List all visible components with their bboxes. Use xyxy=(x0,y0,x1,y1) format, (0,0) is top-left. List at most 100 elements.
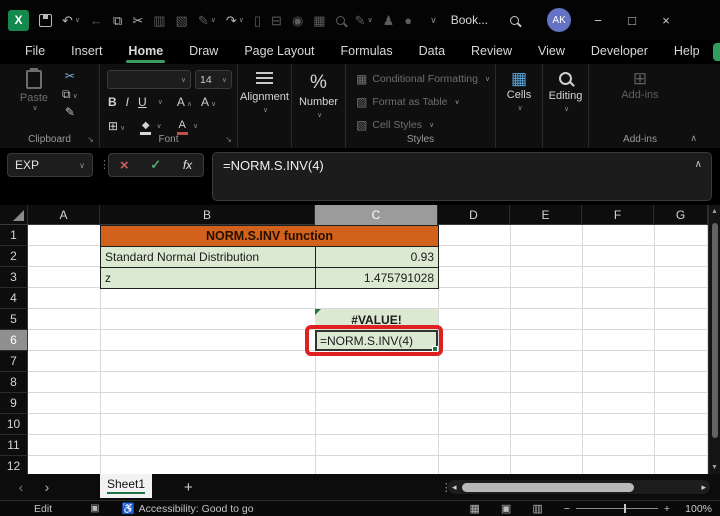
page-layout-view-button[interactable]: ▣ xyxy=(501,502,511,515)
tab-view[interactable]: View xyxy=(525,41,578,63)
conditional-formatting-button[interactable]: ▦ Conditional Formatting ∨ xyxy=(356,72,490,86)
camera-icon[interactable]: ◉ xyxy=(292,14,303,27)
zoom-out-button[interactable]: − xyxy=(564,503,570,515)
signature-icon[interactable]: ✎ ∨ xyxy=(355,14,373,27)
horizontal-scrollbar[interactable]: ◂ ▸ xyxy=(448,480,710,494)
cut-button[interactable]: ✂ xyxy=(65,70,75,82)
tab-insert[interactable]: Insert xyxy=(58,41,115,63)
cancel-entry-button[interactable]: × xyxy=(120,157,129,174)
column-header-f[interactable]: F xyxy=(582,205,654,225)
tab-draw[interactable]: Draw xyxy=(176,41,231,63)
shrink-font-button[interactable]: A ∨ xyxy=(201,95,216,109)
column-header-g[interactable]: G xyxy=(654,205,708,225)
row-header-8[interactable]: 8 xyxy=(0,372,28,393)
borders-button[interactable]: ⊞ ∨ xyxy=(108,119,125,133)
collapse-ribbon-icon[interactable]: ∧ xyxy=(690,133,697,144)
formula-bar-collapse-icon[interactable]: ∧ xyxy=(695,159,702,170)
column-header-a[interactable]: A xyxy=(28,205,100,225)
tab-home[interactable]: Home xyxy=(115,41,176,63)
next-sheet-button[interactable]: › xyxy=(34,479,60,495)
sheet-tab-sheet1[interactable]: Sheet1 xyxy=(100,474,152,498)
ink-replay-icon[interactable]: ▧ xyxy=(176,14,188,27)
draw-icon[interactable]: ✎ ∨ xyxy=(198,14,216,27)
row-header-3[interactable]: 3 xyxy=(0,267,28,288)
redo-icon[interactable]: ↷ ∨ xyxy=(226,14,244,27)
tab-developer[interactable]: Developer xyxy=(578,41,661,63)
addins-button[interactable]: ⊞ Add-ins xyxy=(571,69,709,104)
confirm-entry-button[interactable]: ✓ xyxy=(150,157,161,173)
format-painter-button[interactable]: ✎ xyxy=(65,106,75,118)
zoom-in-button[interactable]: + xyxy=(664,503,670,515)
scroll-up-icon[interactable]: ▲ xyxy=(711,208,718,215)
vertical-scrollbar[interactable]: ▲ ▼ xyxy=(708,205,720,474)
tab-data[interactable]: Data xyxy=(406,41,458,63)
column-header-c[interactable]: C xyxy=(315,205,438,225)
zoom-slider-thumb[interactable] xyxy=(623,504,626,513)
insert-cells-icon[interactable]: ⊟ xyxy=(271,14,282,27)
select-all-button[interactable] xyxy=(0,205,28,224)
cell-b1-title[interactable]: NORM.S.INV function xyxy=(100,225,439,247)
row-header-10[interactable]: 10 xyxy=(0,414,28,435)
cell-c2-value[interactable]: 0.93 xyxy=(315,246,439,268)
cell-styles-button[interactable]: ▧ Cell Styles ∨ xyxy=(356,118,434,132)
bold-button[interactable]: B xyxy=(108,95,117,109)
paste-button[interactable]: Paste ∨ xyxy=(14,68,54,112)
account-avatar[interactable]: AK xyxy=(547,8,572,32)
font-dialog-launcher-icon[interactable]: ↘ xyxy=(225,135,232,144)
horizontal-scrollbar-thumb[interactable] xyxy=(462,482,634,492)
column-header-d[interactable]: D xyxy=(438,205,510,225)
font-color-button[interactable]: A ∨ xyxy=(176,117,198,135)
column-header-e[interactable]: E xyxy=(510,205,582,225)
excel-logo-icon[interactable]: X xyxy=(8,9,29,31)
row-header-6[interactable]: 6 xyxy=(0,330,28,351)
alignment-button[interactable]: Alignment ∨ xyxy=(238,72,291,114)
grow-font-button[interactable]: A ∧ xyxy=(177,95,192,109)
underline-dropdown-icon[interactable]: ∨ xyxy=(158,98,163,106)
cell-b3-label[interactable]: z xyxy=(100,267,316,289)
formula-input[interactable]: =NORM.S.INV(4) ∧ xyxy=(212,152,712,201)
row-header-1[interactable]: 1 xyxy=(0,225,28,246)
qat-overflow-icon[interactable]: ∨ xyxy=(430,15,437,26)
font-size-select[interactable]: 14 ∨ xyxy=(195,70,232,89)
cell-c3-value[interactable]: 1.475791028 xyxy=(315,267,439,289)
table-icon[interactable]: ▦ xyxy=(313,14,325,27)
column-header-b[interactable]: B xyxy=(100,205,315,225)
cell-b2-label[interactable]: Standard Normal Distribution xyxy=(100,246,316,268)
copy-icon[interactable]: ⧉ xyxy=(113,14,122,27)
search-icon[interactable] xyxy=(510,15,520,25)
row-header-5[interactable]: 5 xyxy=(0,309,28,330)
minimize-button[interactable]: − xyxy=(581,0,615,40)
save-icon[interactable] xyxy=(39,13,52,27)
tab-formulas[interactable]: Formulas xyxy=(328,41,406,63)
share-button[interactable]: ↗ Share ∨ xyxy=(712,43,720,61)
zoom-slider[interactable] xyxy=(575,504,658,513)
page-break-view-button[interactable]: ▥ xyxy=(532,502,542,515)
row-header-11[interactable]: 11 xyxy=(0,435,28,456)
tab-file[interactable]: File xyxy=(12,41,58,63)
picture-icon[interactable]: ▥ xyxy=(153,14,165,27)
scroll-down-icon[interactable]: ▼ xyxy=(711,464,718,471)
add-sheet-button[interactable]: + xyxy=(184,479,193,496)
number-button[interactable]: % Number ∨ xyxy=(292,72,345,119)
cells-area[interactable]: NORM.S.INV function Standard Normal Dist… xyxy=(28,225,708,474)
font-name-select[interactable]: ∨ xyxy=(107,70,191,89)
macro-record-icon[interactable]: ▣ xyxy=(90,503,99,514)
scroll-left-icon[interactable]: ◂ xyxy=(452,482,457,493)
lookup-icon[interactable] xyxy=(335,15,345,25)
tab-page-layout[interactable]: Page Layout xyxy=(231,41,327,63)
underline-button[interactable]: U xyxy=(138,95,147,109)
vertical-scrollbar-thumb[interactable] xyxy=(712,223,718,438)
cut-icon[interactable]: ✂ xyxy=(132,14,143,27)
fill-color-button[interactable]: ◆ ∨ xyxy=(140,117,162,135)
clipboard-dialog-launcher-icon[interactable]: ↘ xyxy=(87,135,94,144)
normal-view-button[interactable]: ▦ xyxy=(470,502,480,515)
row-header-2[interactable]: 2 xyxy=(0,246,28,267)
zoom-level[interactable]: 100% xyxy=(678,503,712,515)
close-button[interactable]: × xyxy=(649,0,683,40)
person-search-icon[interactable]: ♟ xyxy=(383,14,395,27)
tab-review[interactable]: Review xyxy=(458,41,525,63)
accessibility-status[interactable]: ♿ Accessibility: Good to go xyxy=(122,502,254,516)
name-box[interactable]: EXP ∨ xyxy=(7,153,93,177)
maximize-button[interactable]: □ xyxy=(615,0,649,40)
italic-button[interactable]: I xyxy=(126,95,129,109)
